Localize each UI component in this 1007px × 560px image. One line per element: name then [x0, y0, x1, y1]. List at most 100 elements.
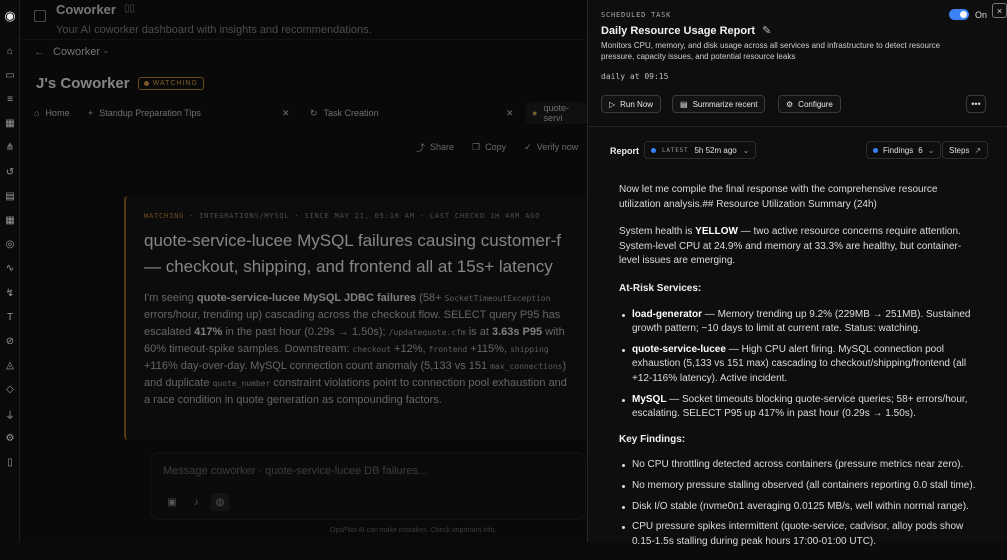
home-icon[interactable]: ⌂ [2, 44, 18, 58]
configure-label: Configure [798, 99, 833, 109]
incident-body: I'm seeing quote-service-lucee MySQL JDB… [144, 292, 567, 406]
tab-task-creation[interactable]: ↻ Task Creation [310, 102, 379, 124]
share-button[interactable]: ⤴ Share [416, 138, 454, 156]
tab-standup[interactable]: + Standup Preparation Tips [88, 102, 201, 124]
book-icon[interactable]: ▯▯ [124, 3, 135, 14]
copy-label: Copy [485, 142, 507, 152]
sidebar-toggle-icon[interactable] [34, 10, 46, 22]
summarize-label: Summarize recent [692, 99, 758, 109]
compass-icon[interactable]: ◎ [2, 238, 18, 252]
summarize-recent-button[interactable]: ▤ Summarize recent [672, 95, 766, 113]
list-item: load-generator — Memory trending up 9.2%… [619, 308, 979, 337]
chart-icon[interactable]: ↯ [2, 286, 18, 300]
refresh-icon: ↻ [310, 107, 318, 118]
gear-icon[interactable]: ⚙ [2, 431, 18, 445]
list-item: No memory pressure stalling observed (al… [619, 479, 979, 494]
tab-label: Task Creation [323, 108, 379, 118]
latest-time: 5h 52m ago [694, 145, 737, 155]
incident-state: WATCHING [144, 212, 185, 220]
findings-button[interactable]: Findings 6 ⌄ [866, 141, 942, 159]
key-findings-list: No CPU throttling detected across contai… [619, 458, 979, 549]
mic-icon[interactable]: ♪ [187, 493, 205, 511]
plug-icon[interactable]: ⏚ [2, 407, 18, 422]
globe-icon[interactable]: ◍ [211, 493, 229, 511]
watching-badge-label: WATCHING [152, 79, 198, 87]
workspace-title: J's Coworker [36, 74, 130, 92]
task-title: Daily Resource Usage Report ✎ [601, 24, 771, 38]
steps-button[interactable]: Steps ↗ [942, 141, 989, 159]
verify-label: Verify now [536, 142, 579, 152]
enabled-toggle[interactable] [949, 9, 969, 20]
tab-label: Home [45, 108, 70, 118]
play-icon: ▷ [609, 99, 616, 109]
database-icon[interactable]: ▤ [2, 189, 18, 203]
network-icon[interactable]: ⋔ [2, 141, 18, 155]
report-body: Now let me compile the final response wi… [619, 183, 979, 560]
close-button[interactable]: × [992, 3, 1007, 18]
incident-meta-rest: · INTEGRATIONS/MYSQL · SINCE MAY 21, 05:… [189, 212, 541, 220]
breadcrumb: ← Coworker ⌄ [20, 40, 587, 66]
logo-icon[interactable]: ◉ [2, 8, 18, 23]
tab-home[interactable]: ⌂ Home [34, 102, 69, 124]
list-item: CPU pressure spikes intermittent (quote-… [619, 520, 979, 549]
configure-button[interactable]: ⚙ Configure [778, 95, 841, 113]
copy-button[interactable]: ❐ Copy [472, 138, 506, 156]
report-intro: Now let me compile the final response wi… [619, 184, 938, 210]
run-now-button[interactable]: ▷ Run Now [601, 95, 662, 113]
task-title-text: Daily Resource Usage Report [601, 24, 756, 37]
divider [588, 126, 1007, 127]
history-icon[interactable]: ↺ [2, 165, 18, 179]
waveform-icon[interactable]: ∿ [2, 262, 18, 276]
book-icon[interactable]: ▯ [2, 455, 18, 469]
dot-icon: ● [532, 108, 538, 118]
report-label: Report [610, 146, 639, 156]
list-item: Disk I/O stable (nvme0n1 averaging 0.012… [619, 500, 979, 515]
tab-label: quote-servi [543, 103, 569, 123]
edit-pencil-icon[interactable]: ✎ [762, 24, 771, 37]
toggle-label: On [975, 10, 988, 20]
task-schedule: daily at 09:15 [601, 72, 669, 81]
workspace-heading: J's Coworker WATCHING [36, 72, 204, 94]
chevron-down-icon[interactable]: ⌄ [102, 45, 110, 56]
app-subtitle: Your AI coworker dashboard with insights… [56, 24, 372, 36]
tab-quote-service[interactable]: ● quote-servi [526, 102, 587, 124]
more-options-button[interactable]: ••• [966, 95, 986, 113]
verify-button[interactable]: ✓ Verify now [524, 138, 578, 156]
report-version-select[interactable]: LATEST 5h 52m ago ⌄ [644, 141, 757, 159]
findings-dot-icon [873, 147, 878, 153]
breadcrumb-coworker[interactable]: Coworker [53, 46, 100, 58]
list-item: MySQL — Socket timeouts blocking quote-s… [619, 393, 979, 422]
tab-label: Standup Preparation Tips [99, 108, 201, 118]
list-item: No CPU throttling detected across contai… [619, 458, 979, 473]
panel-kicker: SCHEDULED TASK [601, 11, 672, 19]
hammer-icon[interactable]: T [2, 310, 18, 324]
chevron-down-icon: ⌄ [927, 145, 935, 155]
report-section: Report LATEST 5h 52m ago ⌄ Findings 6 ⌄ … [588, 136, 1007, 547]
grid-icon[interactable]: ▦ [2, 213, 18, 227]
share-label: Share [430, 142, 455, 152]
stack-icon[interactable]: ≡ [2, 92, 18, 106]
tab-close-icon[interactable]: ✕ [282, 102, 290, 124]
flow-icon[interactable]: ◇ [2, 383, 18, 397]
calendar-icon[interactable]: ▦ [2, 117, 18, 131]
incident-title-line2: — checkout, shipping, and frontend all a… [144, 257, 553, 276]
at-risk-heading: At-Risk Services: [619, 282, 702, 294]
incident-title-line1: quote-service-lucee MySQL failures causi… [144, 231, 561, 250]
at-risk-list: load-generator — Memory trending up 9.2%… [619, 308, 979, 422]
list-item: quote-service-lucee — High CPU alert fir… [619, 343, 979, 387]
message-input[interactable]: Message coworker · quote-service-lucee D… [163, 465, 427, 477]
latest-dot-icon [651, 147, 656, 153]
back-arrow-icon[interactable]: ← [34, 46, 45, 58]
briefcase-icon[interactable]: ▭ [2, 68, 18, 82]
tab-close-icon[interactable]: ✕ [506, 102, 514, 124]
image-icon[interactable]: ▣ [163, 493, 181, 511]
shield-icon[interactable]: ◬ [2, 359, 18, 373]
disclaimer: OpsPilot AI can make mistakes. Check imp… [330, 527, 497, 534]
health-status: YELLOW [695, 226, 738, 238]
app-title: Coworker [56, 2, 116, 17]
message-composer[interactable]: Message coworker · quote-service-lucee D… [150, 452, 586, 520]
eye-off-icon[interactable]: ⊘ [2, 334, 18, 348]
chevron-down-icon: ⌄ [742, 145, 750, 155]
task-description: Monitors CPU, memory, and disk usage acr… [601, 41, 941, 61]
scheduled-task-panel: SCHEDULED TASK On × Daily Resource Usage… [587, 0, 1007, 547]
